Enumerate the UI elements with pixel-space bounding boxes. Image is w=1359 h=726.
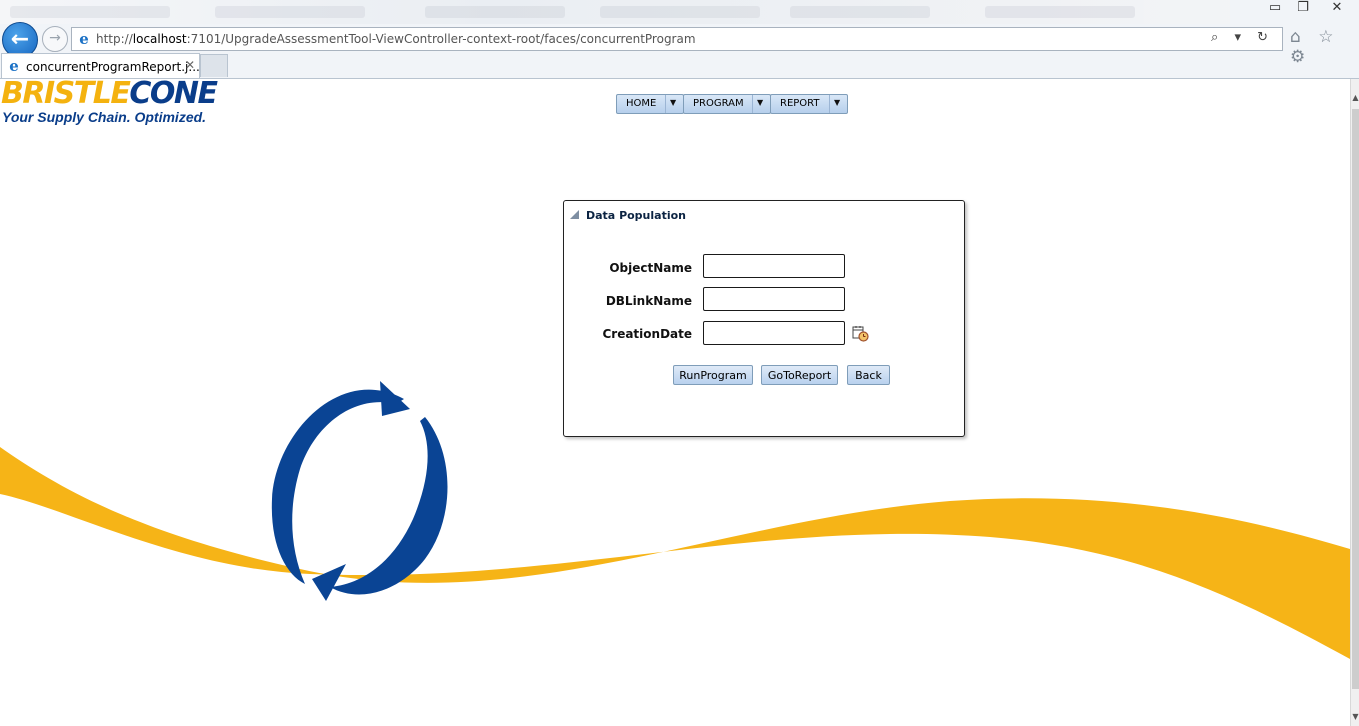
collapse-triangle-icon[interactable] bbox=[570, 210, 579, 219]
panel-title: Data Population bbox=[586, 209, 686, 222]
url-host: localhost bbox=[132, 32, 187, 46]
cycle-arrows-logo bbox=[271, 381, 448, 601]
menu-divider bbox=[665, 95, 666, 113]
menu-report[interactable]: REPORT ▼ bbox=[770, 94, 848, 114]
url-path: :7101/UpgradeAssessmentTool-ViewControll… bbox=[186, 32, 696, 46]
menu-home-label: HOME bbox=[626, 98, 657, 109]
menu-program[interactable]: PROGRAM ▼ bbox=[683, 94, 771, 114]
background-tab[interactable] bbox=[425, 6, 565, 18]
object-name-input[interactable] bbox=[703, 254, 845, 278]
calendar-clock-icon[interactable] bbox=[852, 325, 869, 342]
menu-divider bbox=[829, 95, 830, 113]
close-window-button[interactable]: ✕ bbox=[1320, 0, 1354, 18]
go-to-report-button[interactable]: GoToReport bbox=[761, 365, 838, 385]
dblink-name-input[interactable] bbox=[703, 287, 845, 311]
address-bar[interactable]: e http://localhost:7101/UpgradeAssessmen… bbox=[71, 27, 1283, 51]
chevron-down-icon[interactable]: ▼ bbox=[757, 98, 763, 107]
logo-wordmark: BRISTLECONE bbox=[1, 79, 218, 111]
run-program-button[interactable]: RunProgram bbox=[673, 365, 753, 385]
creation-date-label: CreationDate bbox=[602, 327, 692, 341]
back-button-form[interactable]: Back bbox=[847, 365, 890, 385]
logo-word-cone: CONE bbox=[129, 79, 218, 111]
background-tab[interactable] bbox=[985, 6, 1135, 18]
scroll-down-icon[interactable]: ▼ bbox=[1351, 712, 1359, 726]
restore-button[interactable]: ❐ bbox=[1286, 0, 1320, 18]
vertical-scrollbar[interactable]: ▲ ▼ bbox=[1350, 79, 1359, 726]
new-tab-button[interactable] bbox=[200, 54, 228, 77]
bristlecone-logo: BRISTLECONE Your Supply Chain. Optimized… bbox=[1, 79, 218, 125]
ie-page-icon: e bbox=[79, 30, 89, 48]
menu-divider bbox=[752, 95, 753, 113]
background-tab[interactable] bbox=[790, 6, 930, 18]
browser-chrome: ▭ ❐ ✕ ← → e http://localhost:7101/Upgrad… bbox=[0, 0, 1359, 79]
home-favorites-settings-icons[interactable]: ⌂ ☆ ⚙ bbox=[1290, 27, 1359, 67]
scroll-thumb[interactable] bbox=[1352, 109, 1359, 689]
dblink-name-label: DBLinkName bbox=[605, 294, 692, 308]
back-arrow-icon: ← bbox=[10, 27, 30, 52]
logo-tagline: Your Supply Chain. Optimized. bbox=[2, 109, 207, 125]
page-content: BRISTLECONE Your Supply Chain. Optimized… bbox=[0, 79, 1350, 726]
tab-ie-icon: e bbox=[9, 57, 19, 75]
background-tab[interactable] bbox=[600, 6, 760, 18]
tab-title: concurrentProgramReport.j... bbox=[26, 60, 200, 74]
search-refresh-icons[interactable]: ⌕ ▾ ↻ bbox=[1211, 30, 1274, 45]
active-tab[interactable]: e concurrentProgramReport.j... ✕ bbox=[1, 53, 200, 78]
url-text[interactable]: http://localhost:7101/UpgradeAssessmentT… bbox=[96, 32, 696, 46]
menu-program-label: PROGRAM bbox=[693, 98, 744, 109]
data-population-panel: Data Population ObjectName DBLinkName Cr… bbox=[563, 200, 965, 437]
chevron-down-icon[interactable]: ▼ bbox=[670, 98, 676, 107]
forward-arrow-icon: → bbox=[49, 30, 61, 46]
forward-button[interactable]: → bbox=[42, 26, 68, 52]
menu-report-label: REPORT bbox=[780, 98, 820, 109]
logo-word-bristle: BRISTLE bbox=[1, 79, 131, 111]
creation-date-input[interactable] bbox=[703, 321, 845, 345]
tab-close-icon[interactable]: ✕ bbox=[185, 58, 195, 72]
menu-home[interactable]: HOME ▼ bbox=[616, 94, 684, 114]
background-tab[interactable] bbox=[215, 6, 365, 18]
background-tab[interactable] bbox=[10, 6, 170, 18]
object-name-label: ObjectName bbox=[609, 261, 692, 275]
background-tab-strip bbox=[0, 0, 1230, 24]
url-prefix: http:// bbox=[96, 32, 133, 46]
chevron-down-icon[interactable]: ▼ bbox=[834, 98, 840, 107]
scroll-up-icon[interactable]: ▲ bbox=[1351, 93, 1359, 107]
